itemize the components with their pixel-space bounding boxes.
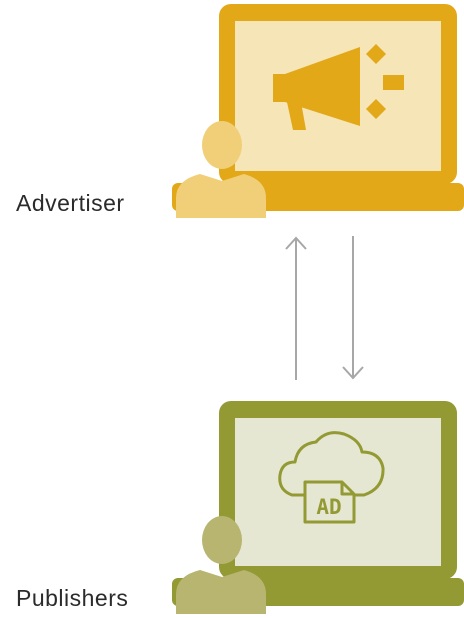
advertiser-laptop — [172, 4, 464, 218]
publishers-label: Publishers — [16, 585, 129, 611]
downward-arrow — [342, 236, 364, 380]
publisher-laptop: AD — [172, 401, 464, 614]
upward-arrow — [285, 236, 307, 380]
advertising-flow-diagram: AD — [172, 4, 464, 614]
ad-badge-text: AD — [316, 495, 341, 519]
advertiser-label: Advertiser — [16, 190, 125, 216]
